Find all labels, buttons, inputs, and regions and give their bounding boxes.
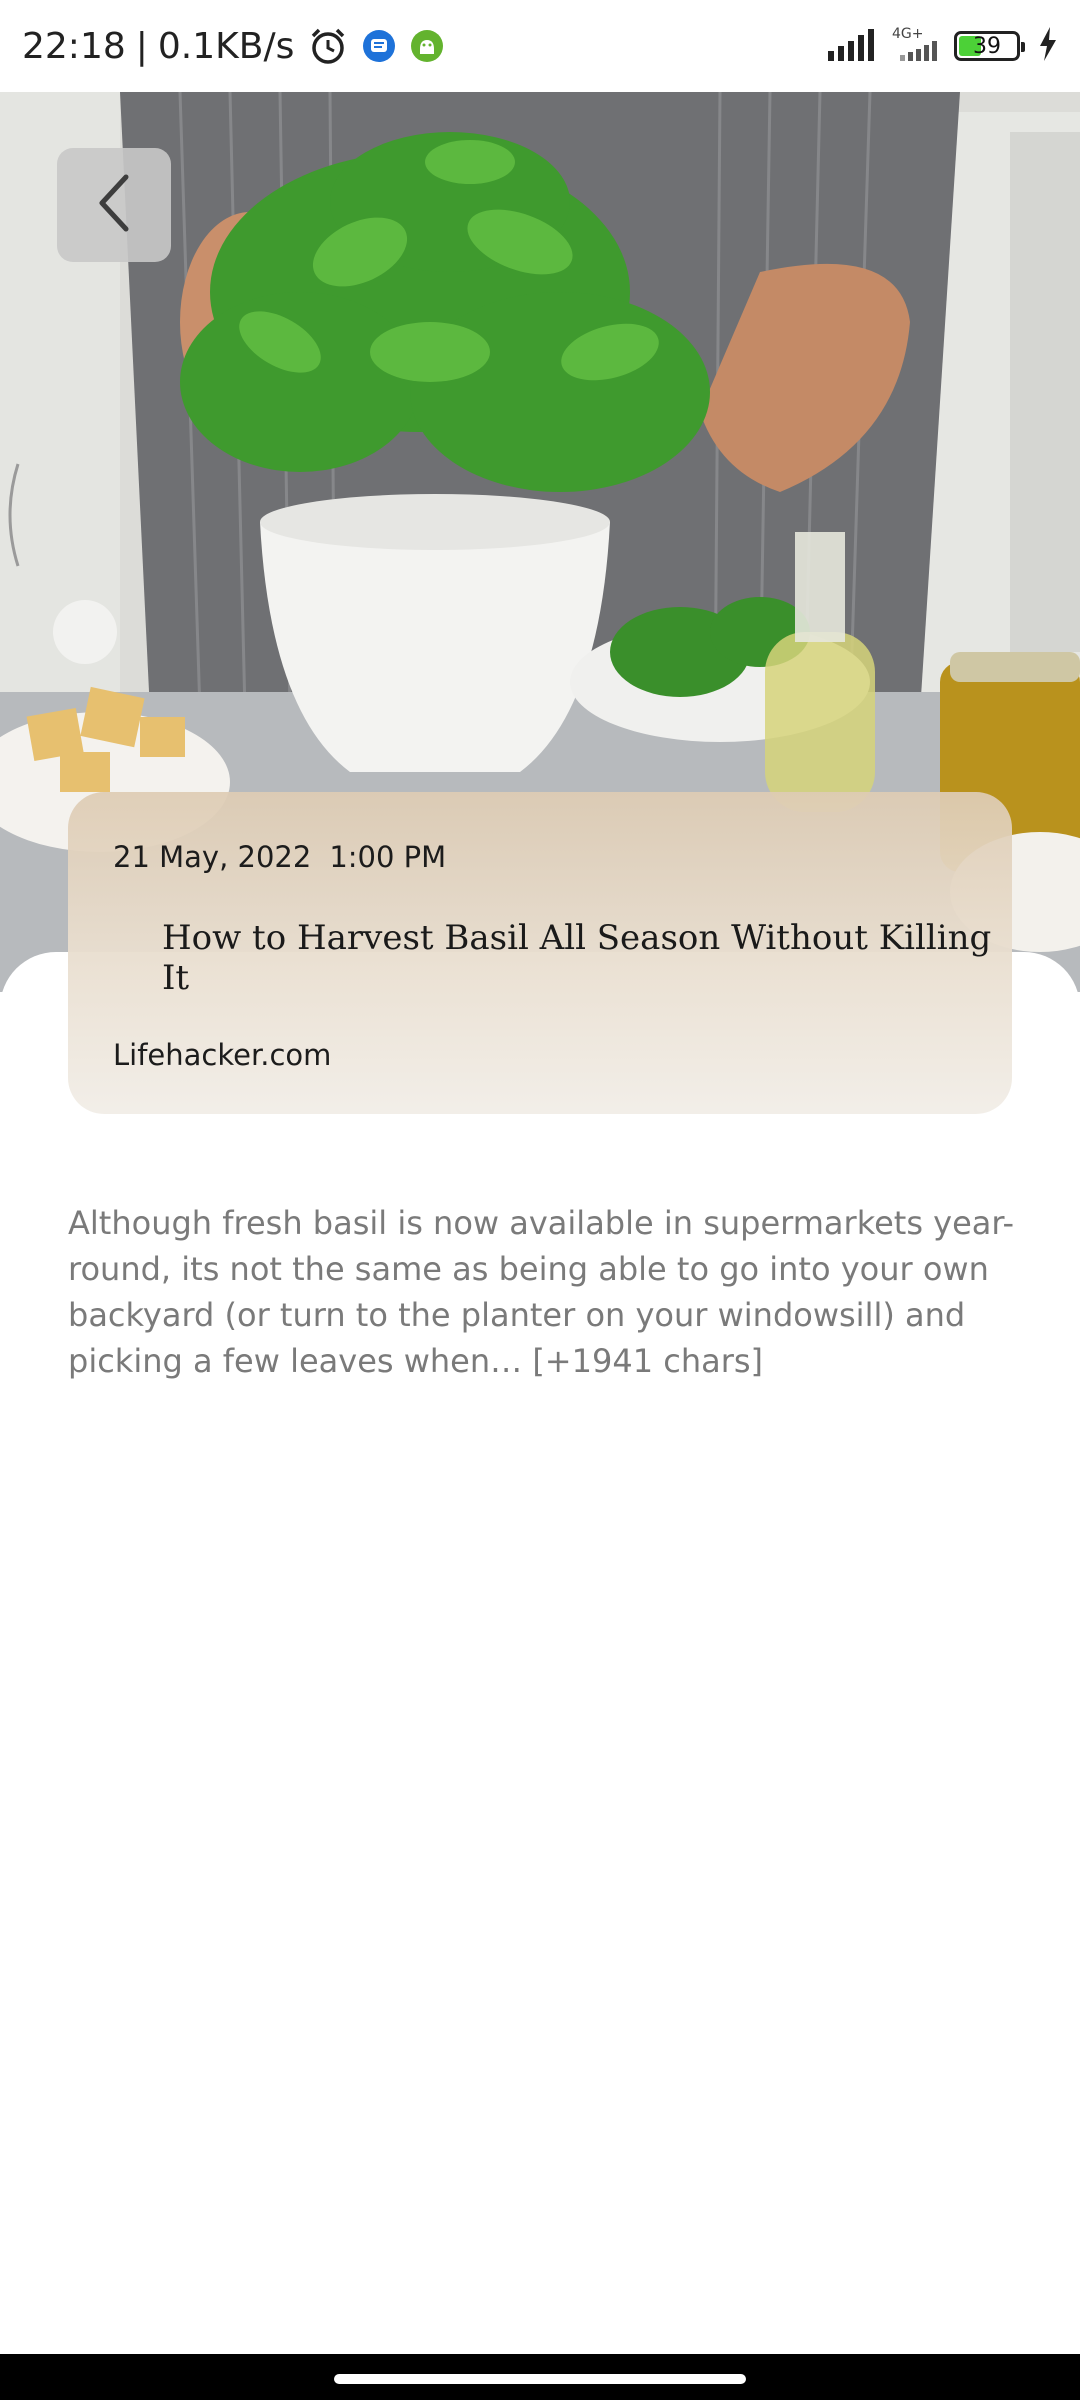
status-separator: | — [135, 25, 148, 67]
signal-icon-secondary — [892, 40, 942, 66]
alarm-icon — [308, 26, 348, 66]
edge-swipe-handle[interactable] — [0, 460, 24, 570]
status-time: 22:18 — [22, 25, 126, 67]
network-type-label: 4G+ — [892, 25, 924, 42]
chevron-left-icon — [90, 171, 138, 240]
article-source[interactable]: Lifehacker.com — [113, 1038, 331, 1072]
article-description: Although fresh basil is now available in… — [68, 1204, 1015, 1380]
status-right-group: 4G+ 39 — [828, 25, 1058, 66]
article-datetime: 21 May, 2022 1:00 PM — [113, 840, 446, 874]
network-speed: 0.1KB/s — [157, 25, 295, 67]
status-bar: 22:18 | 0.1KB/s 4G+ 39 — [0, 0, 1080, 92]
article-time: 1:00 PM — [329, 840, 447, 874]
signal-icon — [828, 27, 880, 66]
battery-icon: 39 — [954, 31, 1025, 61]
message-app-icon — [362, 29, 396, 63]
home-indicator[interactable] — [334, 2374, 746, 2384]
navigation-bar — [0, 2354, 1080, 2400]
back-button[interactable] — [57, 148, 171, 262]
article-date: 21 May, 2022 — [113, 840, 312, 874]
article-title: How to Harvest Basil All Season Without … — [162, 918, 992, 998]
article-info-card: 21 May, 2022 1:00 PM How to Harvest Basil… — [68, 792, 1012, 1114]
content-sheet — [0, 952, 1080, 2352]
article-detail-screen: 22:18 | 0.1KB/s 4G+ 39 21 May, 2022 1:00… — [0, 0, 1080, 2400]
battery-level: 39 — [973, 33, 1001, 59]
charging-icon — [1038, 26, 1058, 66]
android-app-icon — [410, 29, 444, 63]
